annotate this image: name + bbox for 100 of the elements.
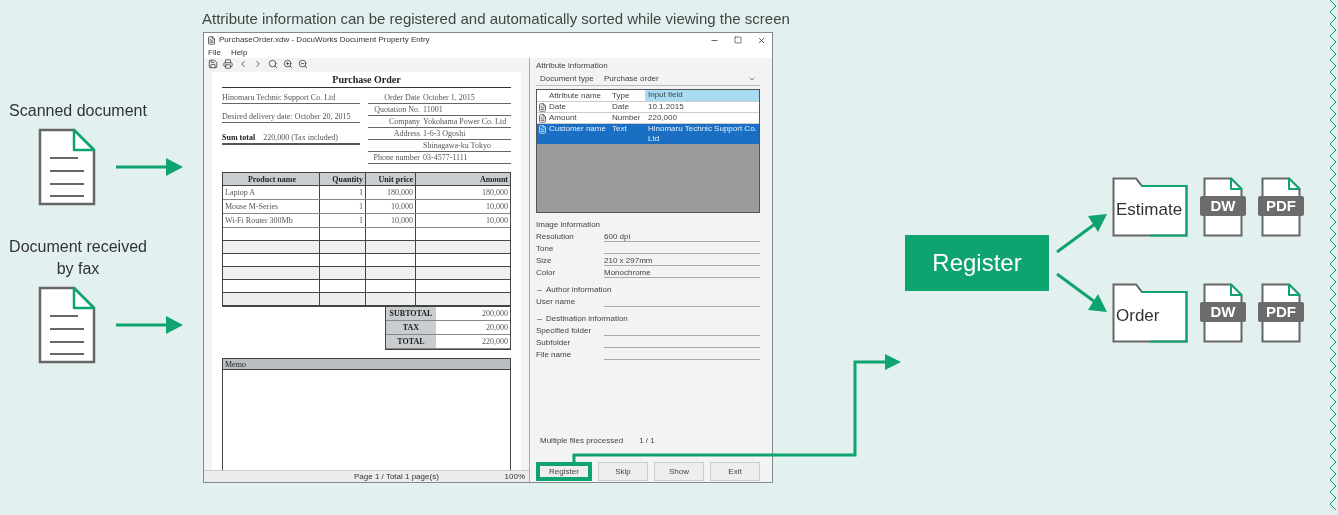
folder-label: Order <box>1116 304 1160 327</box>
field-value: Shinagawa-ku Tokyo <box>423 141 491 151</box>
panel-heading: Attribute information <box>536 61 609 71</box>
right-arrow-icon <box>116 157 184 177</box>
print-icon[interactable] <box>223 59 233 69</box>
attribute-row[interactable]: Customer name Text Hinomaru Technic Support Co. Ltd <box>537 123 759 144</box>
field-label: User name <box>536 297 577 307</box>
total-value: 220,000 <box>481 336 509 347</box>
field-value: 1-6-3 Ogoshi <box>423 129 466 139</box>
zoom-level: 100% <box>504 470 525 483</box>
field-label: Company <box>388 117 420 127</box>
zoom-out-icon[interactable] <box>298 59 308 69</box>
file-type-label: PDF <box>1258 195 1304 216</box>
table-cell: 10,000 <box>415 200 510 213</box>
column-header: Quantity <box>319 173 365 185</box>
field-label: Address <box>393 129 420 139</box>
field-label: Color <box>536 268 557 278</box>
search-icon[interactable] <box>268 59 278 69</box>
folder-label: Estimate <box>1116 198 1183 221</box>
app-icon <box>207 35 216 45</box>
document-icon <box>538 103 547 112</box>
maximize-icon[interactable] <box>734 36 742 44</box>
total-label: TOTAL <box>386 335 436 348</box>
right-chevron-icon[interactable] <box>253 59 263 69</box>
total-label: SUBTOTAL <box>386 307 436 320</box>
table-cell-text: Mouse M-Series <box>224 201 280 213</box>
total-label: TAX <box>386 321 436 334</box>
document-icon <box>38 128 96 206</box>
sum-label: Sum total <box>222 133 256 143</box>
memo-header: Memo <box>222 358 511 370</box>
window-title: PurchaseOrder.xdw - DocuWorks Document Property Entry <box>219 34 431 46</box>
input-field[interactable]: 210 x 297mm <box>604 256 760 266</box>
document-icon <box>538 114 547 123</box>
counter-label: Multiple files processed <box>540 436 624 446</box>
field-label: Subfolder <box>536 338 572 348</box>
left-chevron-icon[interactable] <box>238 59 248 69</box>
close-icon[interactable] <box>757 35 766 45</box>
file-type-label: PDF <box>1258 301 1304 322</box>
total-value: 200,000 <box>481 308 509 319</box>
field-label: Size <box>536 256 553 266</box>
section-heading: Author information <box>546 285 612 295</box>
field-label: Phone number <box>373 153 420 163</box>
save-icon[interactable] <box>208 59 218 69</box>
caption: Attribute information can be registered and automatically sorted while viewing the screen <box>201 9 791 29</box>
column-header: Input field <box>645 90 759 101</box>
source-label: Document received by fax <box>8 237 148 279</box>
dialog-button[interactable]: Skip <box>598 462 648 481</box>
input-field[interactable]: 600 dpi <box>604 232 760 242</box>
column-header: Amount <box>415 173 510 185</box>
zoom-in-icon[interactable] <box>283 59 293 69</box>
table-cell: 10,000 <box>365 214 415 227</box>
document-type-dropdown[interactable]: Purchase order <box>604 74 760 84</box>
section-heading: Destination information <box>546 314 628 324</box>
dialog-button[interactable]: Exit <box>710 462 760 481</box>
dialog-button[interactable]: Show <box>654 462 704 481</box>
table-cell: 10,000 <box>365 200 415 213</box>
source-label: Scanned document <box>8 101 148 121</box>
table-cell: 1 <box>319 186 365 199</box>
file-type-label: DW <box>1200 195 1246 216</box>
table-cell: 180,000 <box>415 186 510 199</box>
column-header: Attribute name <box>548 90 603 101</box>
section-heading: Image information <box>536 220 601 230</box>
document-icon <box>38 286 96 364</box>
document-text: Hinomaru Technic Support Co. Ltd <box>222 93 360 104</box>
field-label: Document type <box>539 74 595 84</box>
field-value: 03-4577-1111 <box>423 153 468 163</box>
total-value: 20,000 <box>485 322 509 333</box>
field-value: Yokohama Power Co. Ltd <box>423 117 507 127</box>
column-header: Product name <box>246 174 298 185</box>
menu-item[interactable]: Help <box>230 46 248 59</box>
document-icon <box>538 125 547 134</box>
counter-value: 1 / 1 <box>639 436 655 446</box>
menu-item[interactable]: File <box>208 46 221 59</box>
field-label: File name <box>536 350 573 360</box>
field-label: Order Date <box>384 93 420 103</box>
field-label: Tone <box>536 244 555 254</box>
column-header: Type <box>611 90 631 101</box>
dialog-button[interactable]: Register <box>536 462 592 481</box>
table-cell: 10,000 <box>415 214 510 227</box>
table-cell: 1 <box>319 214 365 227</box>
page-indicator: Page 1 / Total 1 page(s) <box>354 470 439 483</box>
attribute-row[interactable]: Date Date 10.1.2015 <box>537 101 759 112</box>
document-text: Desired delivery date: October 20, 2015 <box>222 112 360 123</box>
attribute-row[interactable]: Amount Number 220,000 <box>537 112 759 123</box>
file-type-label: DW <box>1200 301 1246 322</box>
table-cell-text: Laptop A <box>224 187 256 199</box>
field-value: 11001 <box>423 105 443 115</box>
table-cell-text: Wi-Fi Router 300Mb <box>224 215 294 227</box>
column-header: Unit price <box>365 173 415 185</box>
sum-value: 220,000 (Tax included) <box>263 133 338 143</box>
field-value: October 1, 2015 <box>423 93 475 103</box>
register-step: Register <box>905 234 1049 291</box>
field-label: Specified folder <box>536 326 593 336</box>
table-cell: 1 <box>319 200 365 213</box>
document-title: Purchase Order <box>222 74 511 88</box>
table-cell: 180,000 <box>365 186 415 199</box>
chevron-down-icon <box>748 75 756 83</box>
field-label: Quotation No. <box>374 105 420 115</box>
input-field[interactable]: Monochrome <box>604 268 760 278</box>
right-arrow-icon <box>116 315 184 335</box>
